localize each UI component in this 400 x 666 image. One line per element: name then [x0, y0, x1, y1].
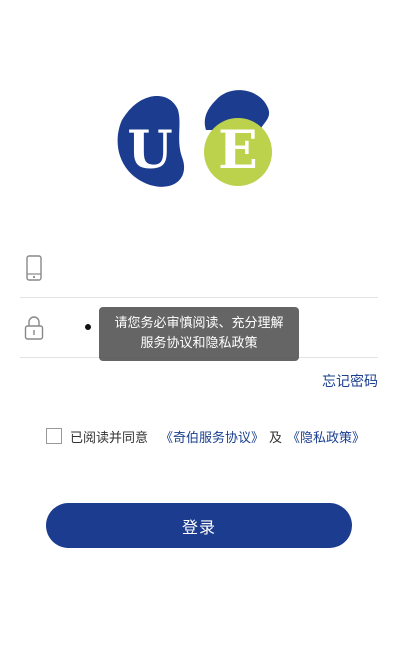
phone-divider: [20, 297, 378, 298]
phone-input[interactable]: [66, 250, 370, 288]
password-mask-dot[interactable]: [85, 324, 91, 330]
forgot-password-link[interactable]: 忘记密码: [322, 371, 378, 391]
privacy-policy-link[interactable]: 《隐私政策》: [287, 427, 365, 446]
agreement-row: 已阅读并同意 《奇伯服务协议》 及 《隐私政策》: [46, 425, 365, 447]
logo-letter-u: U: [127, 120, 172, 181]
logo-letter-e: E: [218, 120, 258, 181]
toast-text: 请您务必审慎阅读、充分理解服务协议和隐私政策: [114, 316, 284, 351]
agreement-checkbox[interactable]: [46, 428, 62, 444]
service-agreement-link[interactable]: 《奇伯服务协议》: [160, 427, 264, 446]
login-button[interactable]: 登录: [46, 503, 352, 548]
lock-icon: [24, 316, 44, 340]
toast-message: 请您务必审慎阅读、充分理解服务协议和隐私政策: [99, 307, 299, 361]
agreement-prefix: 已阅读并同意: [70, 430, 149, 446]
app-logo: U E: [117, 90, 272, 187]
phone-field-row: [20, 240, 378, 296]
agreement-and: 及: [269, 430, 283, 446]
phone-icon: [26, 255, 42, 281]
